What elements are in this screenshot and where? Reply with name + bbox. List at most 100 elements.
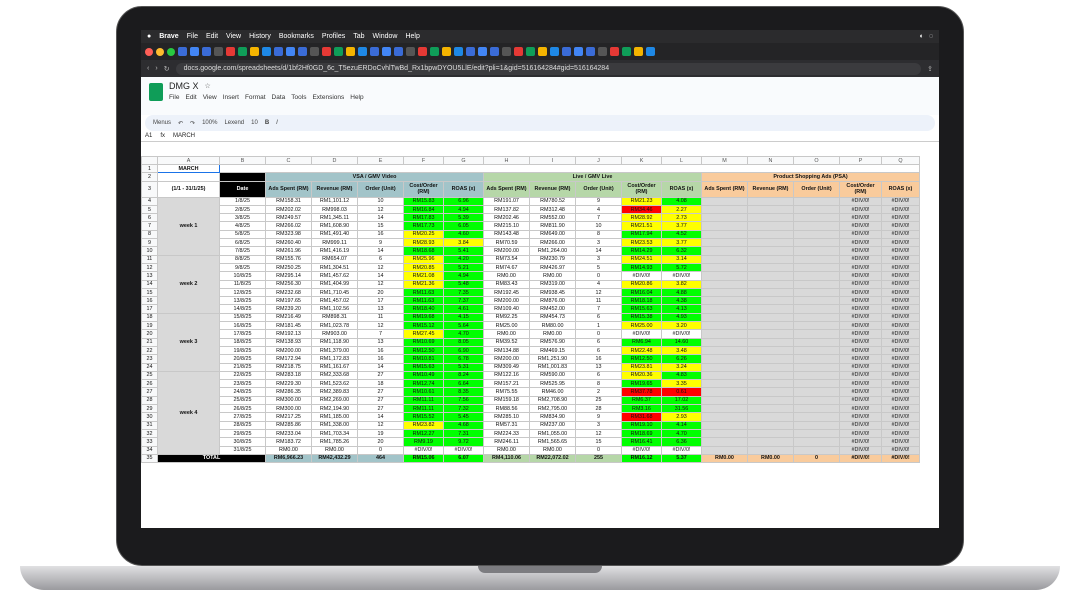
data-cell[interactable]: RM57.31	[483, 420, 530, 430]
browser-tab-favicon[interactable]	[634, 47, 643, 56]
subheader-cell[interactable]: Ads Spent (RM)	[701, 180, 748, 198]
psa-cell[interactable]: #DIV/0!	[839, 196, 882, 206]
browser-tab-favicon[interactable]	[322, 47, 331, 56]
row-header[interactable]: 32	[141, 428, 158, 439]
data-cell[interactable]: RM21.23	[621, 196, 662, 206]
psa-cell[interactable]	[701, 262, 748, 273]
data-cell[interactable]: RM39.52	[483, 337, 530, 347]
data-cell[interactable]: RM20.85	[403, 262, 444, 273]
row-header[interactable]: 12	[141, 262, 158, 273]
psa-cell[interactable]	[747, 387, 794, 397]
data-cell[interactable]: RM285.10	[483, 412, 530, 422]
data-cell[interactable]: RM183.72	[265, 437, 312, 447]
psa-cell[interactable]	[747, 403, 794, 414]
browser-tab-favicon[interactable]	[610, 47, 619, 56]
data-cell[interactable]: 9	[575, 412, 622, 422]
row-header[interactable]: 27	[141, 387, 158, 397]
data-cell[interactable]: 2.73	[661, 213, 702, 223]
data-cell[interactable]: RM0.00	[483, 445, 530, 455]
browser-tab-favicon[interactable]	[238, 47, 247, 56]
data-cell[interactable]: RM780.52	[529, 196, 576, 206]
psa-cell[interactable]: #DIV/0!	[881, 279, 920, 289]
psa-cell[interactable]	[793, 287, 840, 298]
date-cell[interactable]: 15/8/25	[219, 312, 266, 323]
psa-cell[interactable]: #DIV/0!	[881, 221, 920, 231]
data-cell[interactable]: RM1,055.00	[529, 428, 576, 439]
vsa-header[interactable]: VSA / GMV Video	[265, 172, 484, 182]
browser-tab-favicon[interactable]	[466, 47, 475, 56]
data-cell[interactable]: 3.20	[661, 321, 702, 331]
psa-cell[interactable]	[747, 312, 794, 323]
psa-cell[interactable]	[747, 262, 794, 273]
doc-title[interactable]: DMG X	[169, 81, 199, 91]
data-cell[interactable]: RM14.93	[621, 262, 662, 273]
data-cell[interactable]: 0	[575, 271, 622, 281]
psa-cell[interactable]: #DIV/0!	[881, 395, 920, 406]
doc-menu-item[interactable]: Format	[245, 94, 266, 101]
data-cell[interactable]: RM1,345.11	[311, 213, 358, 223]
minimize-window-icon[interactable]	[156, 47, 164, 56]
psa-cell[interactable]	[747, 379, 794, 389]
row-header[interactable]: 28	[141, 395, 158, 406]
psa-cell[interactable]: #DIV/0!	[881, 362, 920, 372]
data-cell[interactable]: RM1,703.34	[311, 428, 358, 439]
data-cell[interactable]: 17	[357, 296, 404, 306]
total-cell[interactable]: 0	[793, 453, 840, 464]
data-cell[interactable]: 13	[357, 304, 404, 314]
data-cell[interactable]: 16	[357, 354, 404, 364]
psa-cell[interactable]	[793, 312, 840, 323]
row-header[interactable]: 11	[141, 254, 158, 264]
psa-cell[interactable]	[701, 204, 748, 215]
browser-tab-favicon[interactable]	[406, 47, 415, 56]
psa-cell[interactable]	[793, 262, 840, 273]
row-header[interactable]: 29	[141, 403, 158, 414]
share-icon[interactable]: ⇪	[927, 65, 933, 73]
browser-tab-favicon[interactable]	[562, 47, 571, 56]
data-cell[interactable]: 4.94	[443, 271, 484, 281]
psa-cell[interactable]	[747, 321, 794, 331]
psa-cell[interactable]	[747, 296, 794, 306]
data-cell[interactable]: RM24.51	[621, 254, 662, 264]
psa-cell[interactable]	[793, 204, 840, 215]
row-header[interactable]: 20	[141, 329, 158, 339]
data-cell[interactable]: RM197.65	[265, 296, 312, 306]
mac-menu-item[interactable]: Bookmarks	[279, 33, 314, 40]
data-cell[interactable]: 6.05	[443, 221, 484, 231]
data-cell[interactable]: RM239.20	[265, 304, 312, 314]
data-cell[interactable]: 12	[357, 262, 404, 273]
psa-cell[interactable]: #DIV/0!	[881, 428, 920, 439]
total-cell[interactable]: 464	[357, 453, 404, 464]
psa-cell[interactable]	[793, 370, 840, 381]
data-cell[interactable]: RM202.02	[265, 204, 312, 215]
psa-cell[interactable]	[701, 387, 748, 397]
data-cell[interactable]: 7.37	[443, 296, 484, 306]
browser-tab-favicon[interactable]	[334, 47, 343, 56]
data-cell[interactable]: RM649.00	[529, 229, 576, 240]
psa-cell[interactable]: #DIV/0!	[839, 437, 882, 447]
mac-menu-item[interactable]: Window	[373, 33, 398, 40]
date-cell[interactable]: 8/8/25	[219, 254, 266, 264]
app-name[interactable]: Brave	[159, 33, 178, 40]
data-cell[interactable]: RM1,251.90	[529, 354, 576, 364]
psa-cell[interactable]: #DIV/0!	[881, 321, 920, 331]
data-cell[interactable]: 7.56	[443, 395, 484, 406]
data-cell[interactable]: RM192.13	[265, 329, 312, 339]
psa-cell[interactable]	[793, 403, 840, 414]
psa-cell[interactable]	[701, 221, 748, 231]
subheader-cell[interactable]: Cost/Order (RM)	[839, 180, 882, 198]
data-cell[interactable]: RM25.00	[483, 321, 530, 331]
data-cell[interactable]: RM192.45	[483, 287, 530, 298]
data-cell[interactable]: RM2,389.83	[311, 387, 358, 397]
psa-cell[interactable]	[701, 312, 748, 323]
data-cell[interactable]: RM2,795.00	[529, 403, 576, 414]
data-cell[interactable]: 27	[357, 387, 404, 397]
row-header[interactable]: 4	[141, 196, 158, 206]
date-black[interactable]	[219, 172, 266, 182]
date-cell[interactable]: 17/8/25	[219, 329, 266, 339]
column-header[interactable]: H	[483, 156, 530, 165]
column-header[interactable]: N	[747, 156, 794, 165]
psa-cell[interactable]: #DIV/0!	[839, 279, 882, 289]
data-cell[interactable]: RM181.45	[265, 321, 312, 331]
psa-cell[interactable]	[793, 329, 840, 339]
row-header[interactable]: 25	[141, 370, 158, 381]
